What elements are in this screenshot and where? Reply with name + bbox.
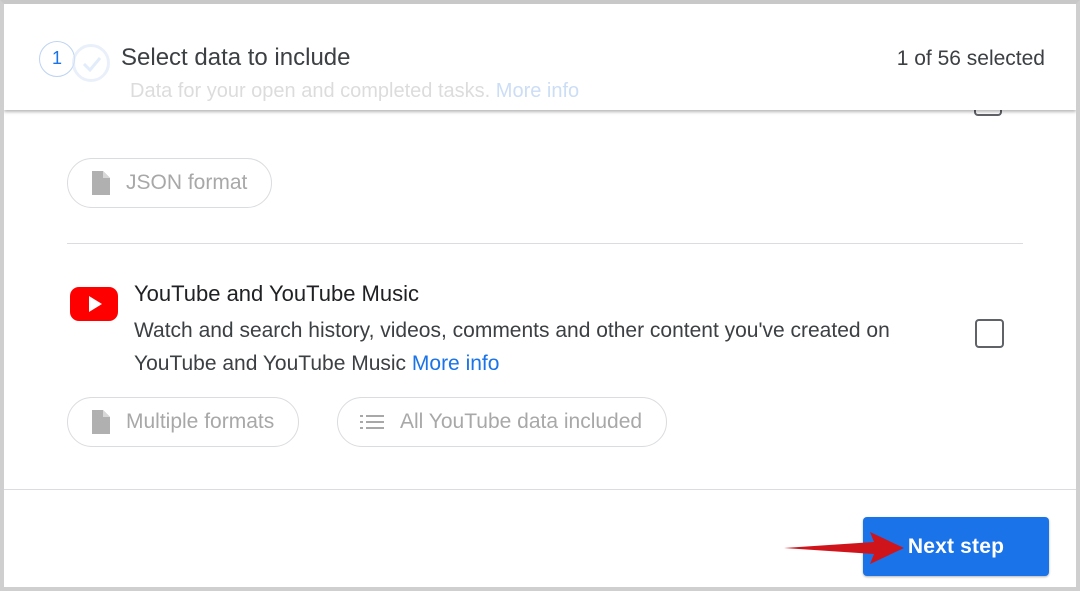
step-number-badge: 1 — [39, 41, 75, 77]
file-icon — [90, 410, 110, 434]
file-icon — [90, 171, 110, 195]
check-icon — [72, 44, 110, 82]
selected-count: 1 of 56 selected — [896, 47, 1045, 70]
tasks-format-label: JSON format — [126, 171, 248, 194]
youtube-more-info-link[interactable]: More info — [412, 352, 500, 375]
youtube-data-label: All YouTube data included — [400, 410, 643, 433]
tasks-description: Data for your open and completed tasks. … — [130, 80, 580, 102]
youtube-checkbox[interactable] — [975, 319, 1004, 348]
red-arrow-icon — [784, 532, 904, 564]
youtube-format-label: Multiple formats — [126, 410, 275, 433]
tasks-format-chip[interactable]: JSON format — [67, 158, 273, 208]
youtube-format-chip[interactable]: Multiple formats — [67, 397, 300, 447]
youtube-data-chip[interactable]: All YouTube data included — [337, 397, 668, 447]
export-dialog: 1 Select data to include 1 of 56 selecte… — [0, 0, 1080, 591]
list-icon — [360, 414, 384, 430]
youtube-item-description: Watch and search history, videos, commen… — [134, 319, 890, 375]
footer-divider — [4, 489, 1076, 490]
tasks-more-info-link[interactable]: More info — [496, 80, 579, 102]
youtube-icon — [70, 287, 118, 321]
youtube-item-title: YouTube and YouTube Music — [134, 281, 420, 306]
step-title: Select data to include — [121, 44, 351, 71]
item-divider — [67, 243, 1023, 244]
